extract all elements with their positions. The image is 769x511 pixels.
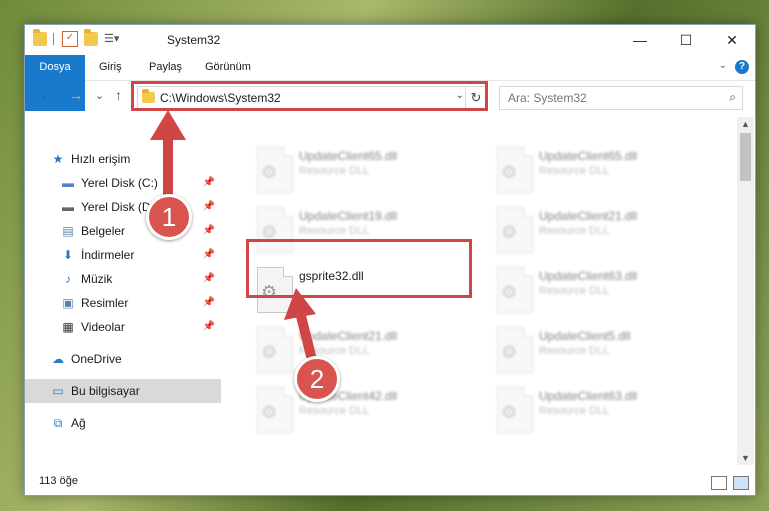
step-2-badge: 2 <box>294 356 340 402</box>
step-1-badge: 1 <box>146 194 192 240</box>
arrow-step-1 <box>150 110 186 196</box>
annotation-arrows <box>150 110 317 362</box>
arrow-step-2 <box>284 288 317 362</box>
